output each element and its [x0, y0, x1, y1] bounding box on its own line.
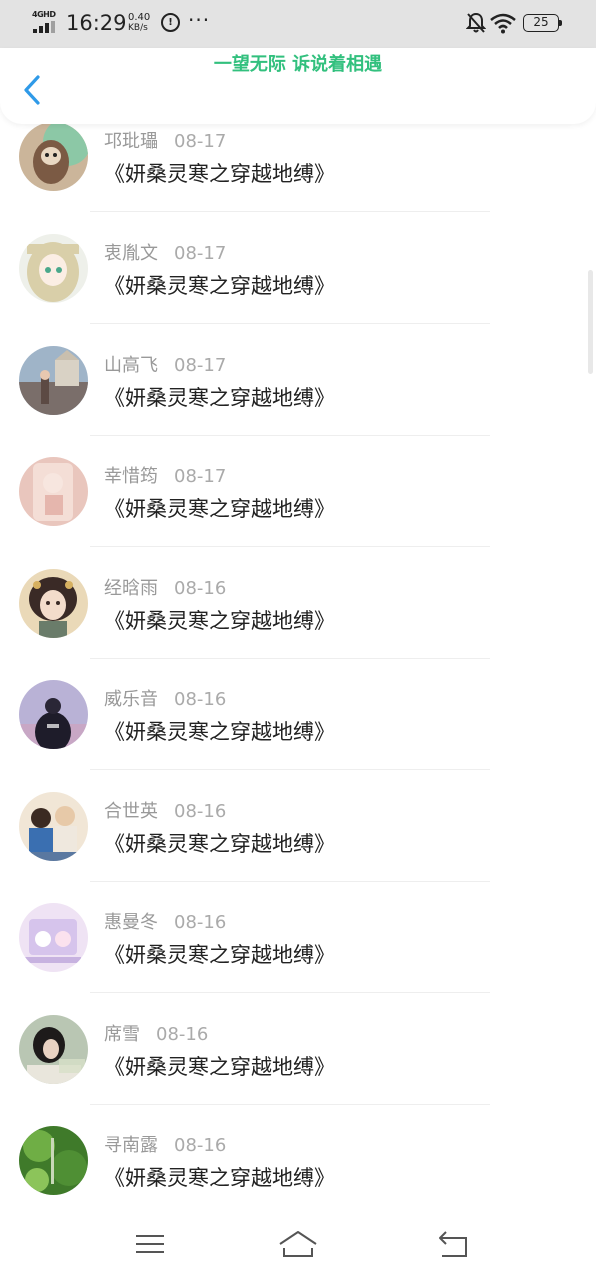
book-title: 《妍桑灵寒之穿越地缚》	[104, 831, 335, 856]
clock: 16:29	[66, 11, 127, 35]
comment-date: 08-17	[174, 131, 227, 152]
user-name: 山高飞	[104, 354, 158, 376]
comment-meta: 山高飞 08-17	[104, 351, 226, 377]
book-title: 《妍桑灵寒之穿越地缚》	[104, 385, 335, 410]
user-name: 衷胤文	[104, 243, 158, 264]
comment-meta: 威乐音 08-16	[104, 685, 226, 711]
comment-date: 08-17	[174, 354, 227, 376]
avatar[interactable]	[19, 457, 88, 526]
data-saver-icon: !	[161, 13, 180, 32]
bell-muted-icon	[466, 12, 486, 33]
book-title: 《妍桑灵寒之穿越地缚》	[104, 497, 335, 521]
user-name: 惠曼冬	[104, 912, 158, 933]
list-item[interactable]: 席雪 08-16 《妍桑灵寒之穿越地缚》	[0, 993, 596, 1105]
avatar[interactable]	[19, 791, 88, 861]
list-item[interactable]: 惠曼冬 08-16 《妍桑灵寒之穿越地缚》	[0, 881, 596, 993]
book-title: 《妍桑灵寒之穿越地缚》	[104, 162, 335, 186]
book-title: 《妍桑灵寒之穿越地缚》	[104, 1166, 335, 1190]
user-name: 席雪	[104, 1023, 140, 1045]
back-arrow-icon[interactable]	[432, 1226, 476, 1262]
speed-value: 0.40	[128, 12, 151, 23]
avatar[interactable]	[19, 903, 88, 972]
comment-list: 邛玭瓃 08-17 《妍桑灵寒之穿越地缚》 衷胤文 08-17 《妍桑灵寒之穿越地缚…	[0, 100, 596, 1216]
user-name: 威乐音	[104, 689, 158, 710]
book-title: 《妍桑灵寒之穿越地缚》	[104, 943, 335, 967]
list-item[interactable]: 合世英 08-16 《妍桑灵寒之穿越地缚》	[0, 770, 596, 882]
avatar[interactable]	[19, 1126, 88, 1195]
network-type: 4GHD	[32, 10, 56, 19]
comment-date: 08-16	[174, 800, 227, 822]
comment-meta: 邛玭瓃 08-17	[104, 127, 226, 153]
comment-meta: 惠曼冬 08-16	[104, 908, 226, 934]
comment-date: 08-17	[174, 243, 227, 264]
comment-meta: 合世英 08-16	[104, 797, 226, 823]
battery-icon: 25	[523, 14, 563, 32]
comment-meta: 经晗雨 08-16	[104, 574, 226, 600]
menu-icon[interactable]	[128, 1226, 172, 1262]
book-title: 《妍桑灵寒之穿越地缚》	[104, 1054, 335, 1079]
home-icon[interactable]	[276, 1226, 320, 1262]
avatar[interactable]	[19, 345, 88, 415]
user-name: 合世英	[104, 800, 158, 822]
comment-date: 08-16	[174, 912, 227, 933]
comment-meta: 寻南露 08-16	[104, 1131, 226, 1157]
chevron-left-icon[interactable]	[18, 72, 48, 108]
user-name: 寻南露	[104, 1135, 158, 1156]
book-title: 《妍桑灵寒之穿越地缚》	[104, 720, 335, 744]
battery-level: 25	[523, 14, 559, 32]
comment-meta: 衷胤文 08-17	[104, 239, 226, 265]
avatar[interactable]	[19, 234, 88, 303]
list-item[interactable]: 幸惜筠 08-17 《妍桑灵寒之穿越地缚》	[0, 435, 596, 547]
comment-date: 08-16	[174, 577, 227, 599]
list-item[interactable]: 威乐音 08-16 《妍桑灵寒之穿越地缚》	[0, 658, 596, 770]
avatar[interactable]	[19, 680, 88, 749]
book-title: 《妍桑灵寒之穿越地缚》	[104, 608, 335, 633]
list-item[interactable]: 经晗雨 08-16 《妍桑灵寒之穿越地缚》	[0, 547, 596, 659]
system-nav-bar	[0, 1210, 596, 1280]
avatar[interactable]	[19, 1014, 88, 1084]
book-title: 《妍桑灵寒之穿越地缚》	[104, 274, 335, 298]
header-bar: 一望无际 诉说着相遇	[0, 48, 596, 124]
user-name: 经晗雨	[104, 577, 158, 599]
user-name: 邛玭瓃	[104, 131, 158, 152]
avatar[interactable]	[19, 568, 88, 638]
speed-unit: KB/s	[128, 23, 148, 33]
status-bar: 4GHD 16:29 0.40 KB/s ! ··· 25	[0, 0, 596, 48]
avatar[interactable]	[19, 122, 88, 191]
list-item[interactable]: 寻南露 08-16 《妍桑灵寒之穿越地缚》	[0, 1104, 596, 1216]
wifi-icon	[490, 13, 516, 34]
page-title: 一望无际 诉说着相遇	[213, 54, 383, 75]
scrollbar[interactable]	[588, 270, 593, 374]
comment-date: 08-16	[174, 1135, 227, 1156]
comment-date: 08-16	[174, 689, 227, 710]
comment-date: 08-16	[156, 1023, 209, 1045]
comment-meta: 幸惜筠 08-17	[104, 462, 226, 488]
signal-icon: 4GHD	[32, 10, 60, 34]
comment-date: 08-17	[174, 466, 227, 487]
list-item[interactable]: 山高飞 08-17 《妍桑灵寒之穿越地缚》	[0, 324, 596, 436]
comment-meta: 席雪 08-16	[104, 1020, 208, 1046]
network-speed: 0.40 KB/s	[128, 12, 158, 34]
more-notifications-icon: ···	[188, 8, 211, 32]
user-name: 幸惜筠	[104, 466, 158, 487]
list-item[interactable]: 衷胤文 08-17 《妍桑灵寒之穿越地缚》	[0, 212, 596, 324]
